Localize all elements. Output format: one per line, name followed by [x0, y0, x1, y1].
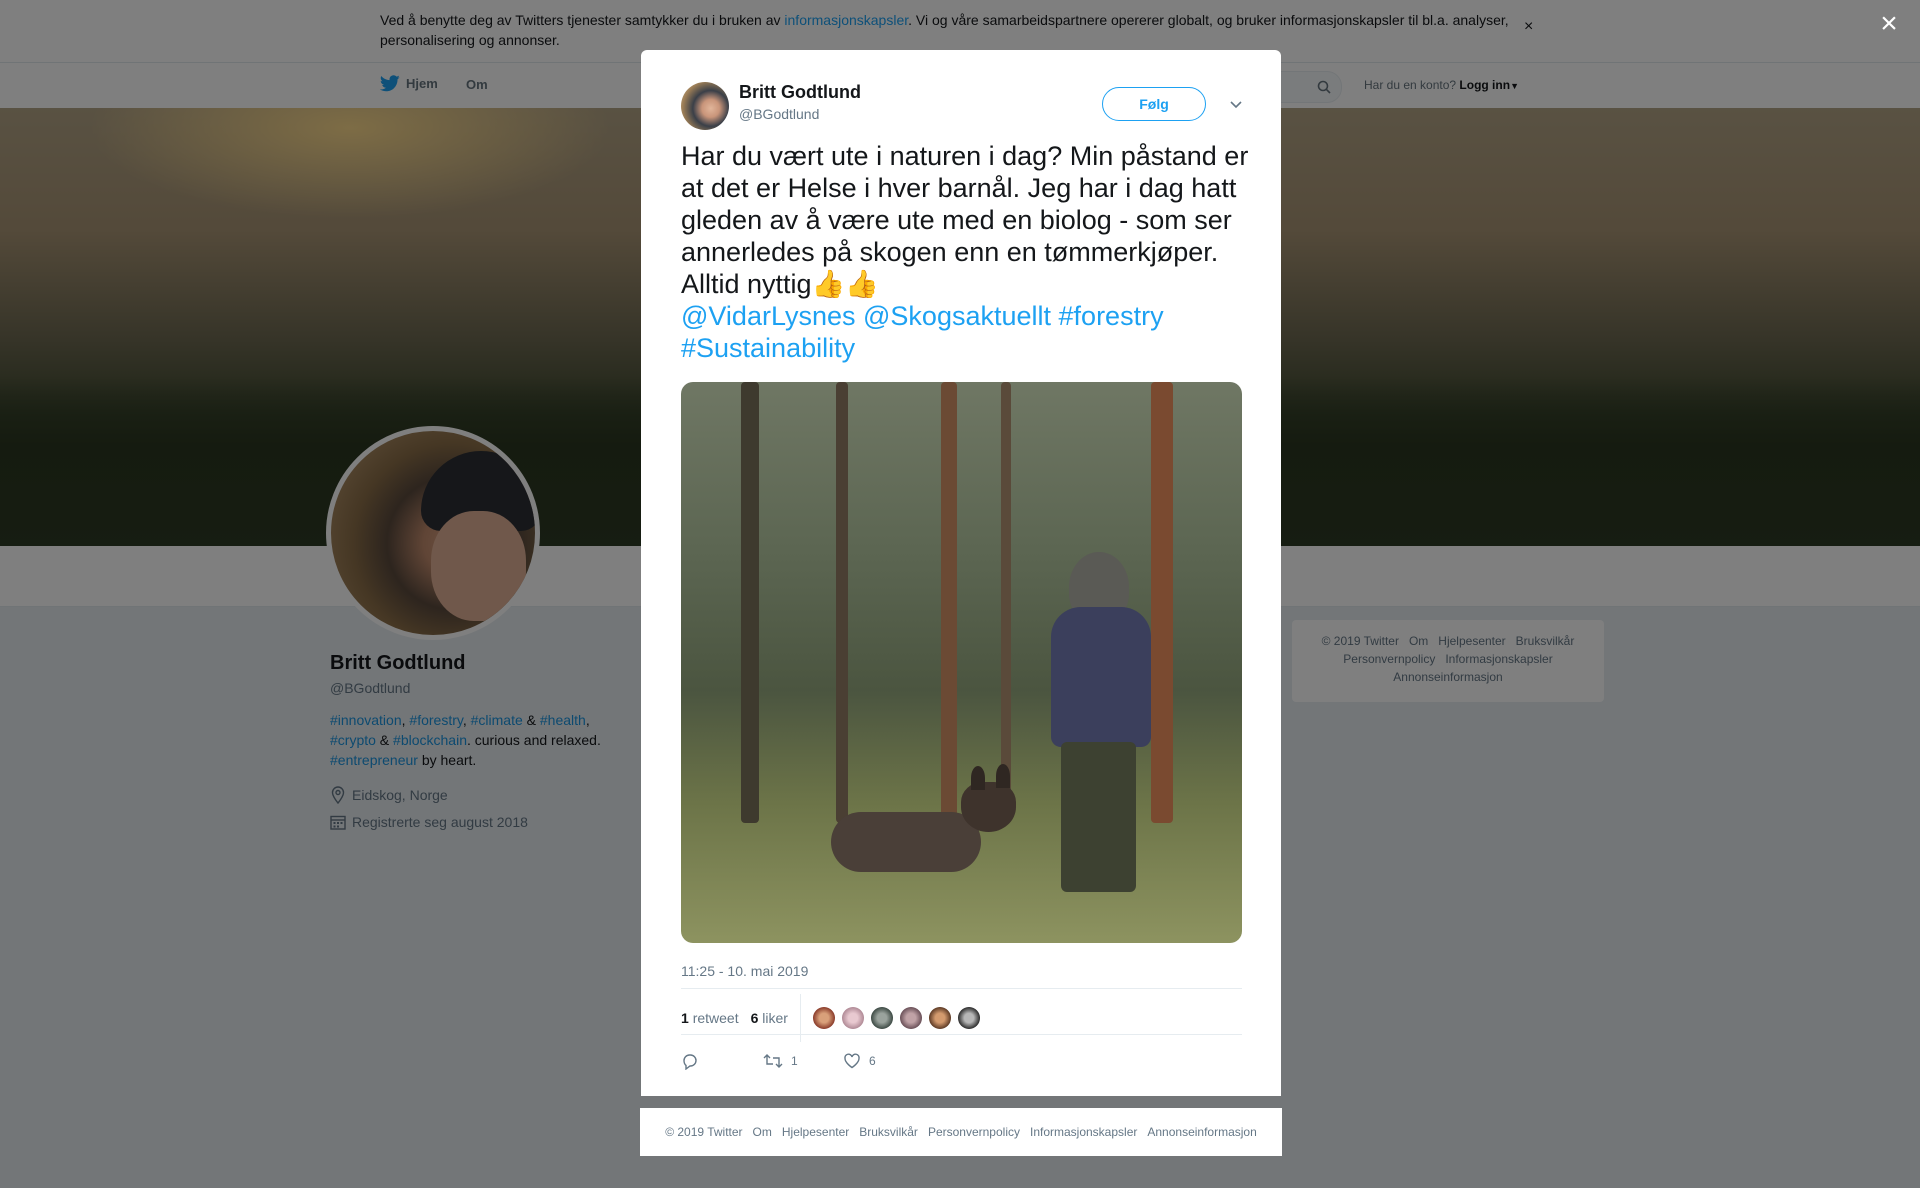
divider [681, 988, 1242, 989]
tweet-actions: 1 6 [681, 1052, 876, 1070]
liker-avatar[interactable] [899, 1007, 922, 1029]
retweet-count: 1 [681, 1010, 689, 1026]
tweet-modal: Britt Godtlund @BGodtlund Følg Har du væ… [641, 50, 1281, 1096]
liker-avatar[interactable] [928, 1007, 951, 1029]
tweet-text: Har du vært ute i naturen i dag? Min pås… [681, 140, 1251, 364]
chevron-down-icon[interactable] [1226, 94, 1246, 114]
retweet-stat[interactable]: 1 retweet [681, 1010, 739, 1026]
footer-link[interactable]: Personvernpolicy [928, 1125, 1020, 1139]
reply-button[interactable] [681, 1052, 763, 1070]
mention-link[interactable]: @VidarLysnes [681, 301, 856, 331]
retweet-action-count: 1 [791, 1054, 798, 1068]
reply-icon [683, 1054, 697, 1070]
tweet-author-name[interactable]: Britt Godtlund [739, 82, 861, 103]
dog-ear [996, 764, 1010, 788]
tweet-author-handle[interactable]: @BGodtlund [739, 106, 819, 122]
footer-link[interactable]: Om [753, 1125, 772, 1139]
retweet-icon [763, 1054, 783, 1068]
close-icon[interactable]: × [1874, 9, 1904, 40]
mention-link[interactable]: @Skogsaktuellt [863, 301, 1051, 331]
person-legs [1061, 742, 1136, 892]
liker-avatar[interactable] [841, 1007, 864, 1029]
tree-trunk [941, 382, 957, 823]
footer-link[interactable]: Hjelpesenter [782, 1125, 849, 1139]
divider [681, 1034, 1242, 1035]
liker-avatar[interactable] [812, 1007, 835, 1029]
person-jacket [1051, 607, 1151, 747]
tweet-photo[interactable] [681, 382, 1242, 943]
tree-trunk [741, 382, 759, 823]
like-button[interactable]: 6 [843, 1052, 876, 1070]
footer-link[interactable]: Annonseinformasjon [1147, 1125, 1256, 1139]
dog-head [961, 782, 1016, 832]
like-label: liker [762, 1010, 788, 1026]
like-action-count: 6 [869, 1054, 876, 1068]
photo-person [1041, 552, 1151, 912]
tweet-author-avatar[interactable] [681, 82, 729, 130]
footer-link[interactable]: Informasjonskapsler [1030, 1125, 1137, 1139]
liker-avatar[interactable] [870, 1007, 893, 1029]
heart-icon [844, 1053, 860, 1069]
like-count: 6 [750, 1010, 759, 1026]
dog-body [831, 812, 981, 872]
liker-avatars [812, 1007, 987, 1029]
retweet-label: retweet [692, 1010, 739, 1026]
liker-avatar[interactable] [957, 1007, 980, 1029]
hashtag-link[interactable]: #Sustainability [681, 333, 855, 363]
dog-ear [971, 766, 985, 790]
tweet-timestamp[interactable]: 11:25 - 10. mai 2019 [681, 963, 808, 979]
tree-trunk [1001, 382, 1011, 823]
like-stat[interactable]: 6 liker [751, 1010, 788, 1026]
footer-link[interactable]: © 2019 Twitter [665, 1125, 742, 1139]
footer-link[interactable]: Bruksvilkår [859, 1125, 918, 1139]
tree-trunk [836, 382, 848, 823]
modal-footer: © 2019 Twitter Om Hjelpesenter Bruksvilk… [640, 1108, 1282, 1156]
retweet-button[interactable]: 1 [763, 1052, 843, 1070]
tree-trunk [1151, 382, 1173, 823]
hashtag-link[interactable]: #forestry [1059, 301, 1164, 331]
photo-dog [831, 764, 1031, 872]
tweet-body: Har du vært ute i naturen i dag? Min pås… [681, 141, 1249, 299]
follow-button[interactable]: Følg [1102, 87, 1206, 121]
